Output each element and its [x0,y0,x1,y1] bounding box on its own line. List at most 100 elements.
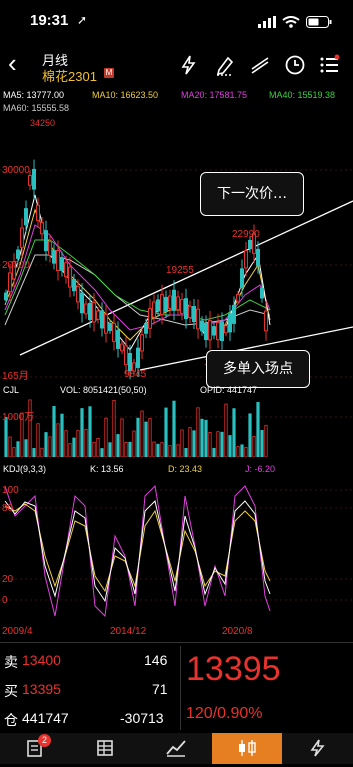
kdj-tick-0: 0 [2,595,8,606]
candle-63 [256,248,260,267]
volume-bar-53 [216,431,220,457]
volume-bar-29 [120,418,124,457]
candle-27 [112,322,116,342]
candle-17 [72,278,76,292]
candle-45 [184,298,188,320]
candle-1 [8,272,12,293]
candle-43 [176,296,180,311]
xtick-2020-label: 2020/8 [222,626,253,637]
volume-bar-56 [228,435,232,457]
candle-23 [96,310,100,320]
kline-chart[interactable]: 34250 30000 20000 22990 19255 11000 9845… [0,115,353,383]
candle-25 [104,313,108,334]
volume-bar-11 [48,436,52,457]
tab-orders[interactable] [0,733,70,764]
volume-bar-2 [12,447,16,457]
instrument-name[interactable]: 棉花2301 [42,66,97,85]
flash-order-icon[interactable] [178,54,200,76]
volume-bar-31 [128,441,132,457]
ma40-label: MA40: 15519.38 [269,90,336,100]
volume-bar-49 [200,418,204,457]
candle-50 [204,322,208,341]
volume-bar-37 [152,441,156,457]
volume-chart[interactable]: 1000万 [0,395,353,457]
volume-bar-17 [72,437,76,457]
candle-51 [208,320,212,341]
candle-5 [24,208,28,226]
draw-pen-icon[interactable] [214,54,236,76]
ma10-label: MA10: 16623.50 [92,90,159,100]
signal-icon [258,16,276,28]
volume-bar-47 [192,430,196,457]
candle-33 [136,347,140,368]
tab-list[interactable] [70,733,140,764]
volume-bar-50 [204,419,208,457]
candle-61 [248,239,252,250]
volume-bar-64 [260,430,264,457]
candle-58 [236,294,240,302]
tab-trend[interactable] [141,733,211,764]
candle-57 [232,304,236,324]
volume-bar-9 [40,447,44,457]
volume-bar-32 [132,430,136,457]
candle-21 [88,302,92,321]
sell-label: 卖 [4,654,18,670]
low-9845: 9845 [124,369,147,380]
volume-bar-1 [8,436,12,457]
candle-47 [192,306,196,323]
volume-bar-40 [164,407,168,457]
candle-7 [32,168,36,190]
candle-34 [140,334,144,352]
volume-bar-60 [244,447,248,457]
volume-value: VOL: 8051421(50,50) [60,385,147,395]
volume-bar-6 [28,399,32,457]
buy-price[interactable]: 13395 [22,681,61,697]
volume-bar-58 [236,446,240,457]
battery-icon [306,16,332,28]
candle-36 [148,308,152,329]
candle-55 [224,325,228,334]
volume-bar-18 [76,430,80,457]
candle-53 [216,322,220,341]
volume-bar-63 [256,402,260,457]
candle-9 [40,222,44,235]
volume-bar-44 [180,429,184,457]
volume-bar-65 [264,424,268,457]
contract-badge: M [104,68,114,78]
volume-bar-12 [52,406,56,457]
volume-bar-27 [112,399,116,457]
back-button[interactable]: ‹ [8,50,17,76]
candle-0 [4,292,8,301]
menu-icon[interactable] [318,54,340,76]
candle-46 [188,305,192,319]
volume-bar-16 [68,443,72,457]
volume-bar-55 [224,403,228,457]
kdj-chart[interactable]: 100 80 20 0 2009/4 2014/12 2020/8 [0,476,353,628]
sell-price[interactable]: 13400 [22,652,61,668]
clock-icon[interactable] [284,54,306,76]
tab-flash[interactable] [283,733,353,764]
callout-long-entry: 多单入场点 [206,350,310,388]
volume-bar-25 [104,417,108,457]
volume-bar-7 [32,448,36,457]
candle-64 [260,287,264,299]
volume-bar-30 [124,441,128,457]
drawing-line-icon[interactable] [249,54,271,76]
ytick-20000: 20000 [2,260,30,271]
lightning-icon [310,739,325,757]
status-bar: 19:31 ➚ [0,0,353,42]
open-interest-change: -30713 [120,710,164,726]
tab-kline[interactable] [212,733,282,764]
volume-bar-41 [168,445,172,457]
candlestick-icon [239,740,256,756]
sell-volume: 146 [144,652,168,668]
candle-28 [116,329,120,349]
volume-bar-26 [108,442,112,457]
volume-bar-33 [136,417,140,457]
volume-bar-42 [172,400,176,457]
volume-bar-54 [220,431,224,457]
volume-bar-48 [196,407,200,457]
oi-label: 仓 [4,712,18,728]
xtick-2014-label: 2014/12 [110,626,147,637]
candle-20 [84,303,88,315]
